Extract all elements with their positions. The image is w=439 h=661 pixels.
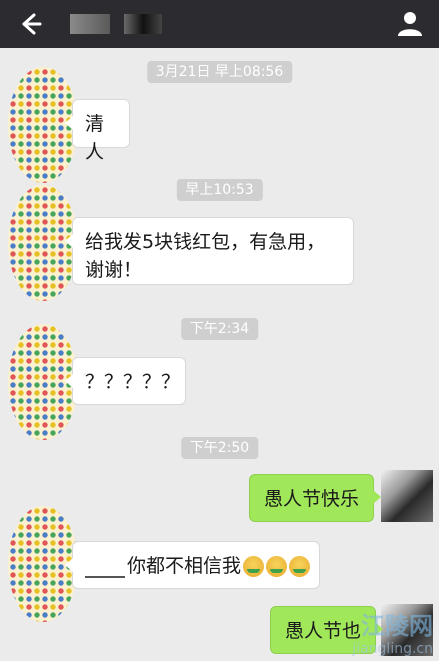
watermark-subtitle: jiangling.cn [352, 641, 433, 657]
contact-name-redacted [70, 14, 110, 34]
message-bubble-outgoing[interactable]: 愚人节快乐 [249, 474, 382, 522]
message-text-line: 谢谢！ [85, 259, 143, 281]
self-avatar[interactable] [381, 470, 433, 522]
message-text: 你都不相信我 [127, 555, 242, 577]
crying-laughing-emoji-icon [243, 556, 265, 577]
crying-laughing-emoji-icon [266, 556, 288, 577]
arrow-left-icon[interactable] [16, 10, 44, 38]
person-icon[interactable] [395, 8, 425, 38]
watermark: 江陵网 jiangling.cn [352, 606, 433, 657]
message-bubble[interactable]: 给我发5块钱红包，有急用， 谢谢！ [65, 217, 354, 285]
contact-name-redacted [124, 14, 162, 34]
timestamp: 下午2:34 [180, 318, 259, 340]
message-bubble[interactable]: 你都不相信我 [65, 541, 320, 589]
watermark-title: 江陵网 [361, 612, 433, 640]
timestamp: 3月21日 早上08:56 [146, 61, 293, 83]
timestamp: 下午2:50 [180, 437, 259, 459]
crying-laughing-emoji-icon [289, 556, 311, 577]
message-text-line: 给我发5块钱红包，有急用， [85, 231, 326, 253]
message-bubble[interactable]: ？？？？？ [65, 357, 186, 405]
top-bar [0, 0, 439, 48]
timestamp: 早上10:53 [176, 179, 263, 201]
message-bubble[interactable]: 清人 [65, 99, 130, 163]
redacted-text [85, 555, 125, 578]
